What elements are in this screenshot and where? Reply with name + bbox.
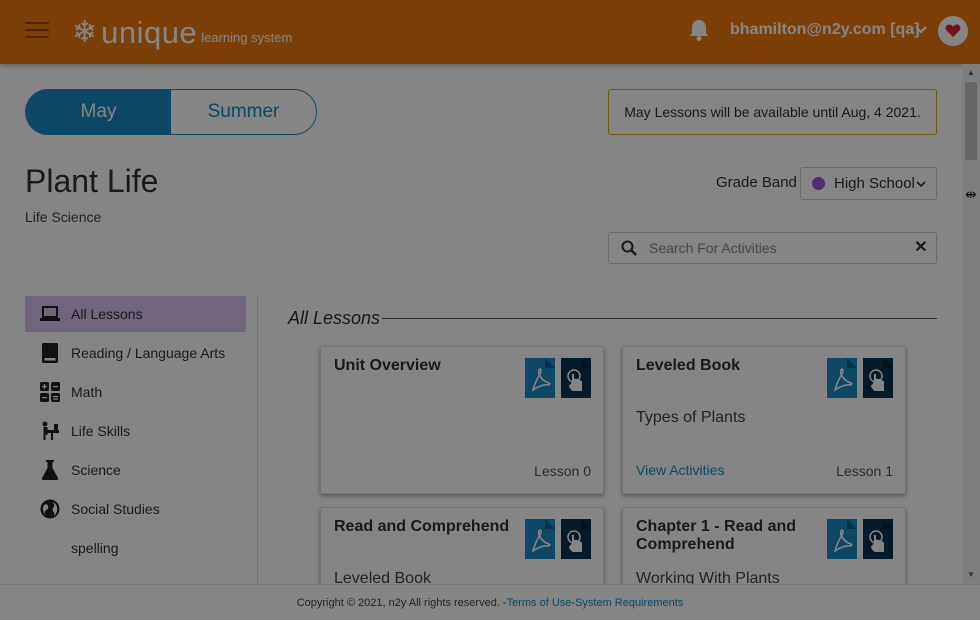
sidebar-item-label: Reading / Language Arts	[71, 344, 226, 361]
avatar[interactable]	[938, 16, 968, 46]
system-requirements-link[interactable]: System Requirements	[575, 597, 683, 609]
heart-icon	[945, 24, 961, 37]
globe-icon	[39, 498, 61, 520]
hamburger-menu-icon[interactable]	[25, 22, 49, 40]
sidebar-item-label: Math	[71, 383, 103, 400]
search-icon	[621, 240, 637, 256]
toggle-summer[interactable]: Summer	[171, 90, 316, 134]
card-body: Types of Plants	[636, 409, 746, 426]
search-input[interactable]	[649, 237, 899, 259]
scroll-down-arrow-icon[interactable]: ▼	[966, 570, 976, 580]
grade-band-label: Grade Band	[716, 174, 797, 191]
logo[interactable]: ❄ unique learning system	[72, 14, 292, 50]
sidebar-item-label: All Lessons	[71, 306, 143, 322]
pdf-icon[interactable]	[525, 519, 555, 559]
top-bar: ❄ unique learning system bhamilton@n2y.c…	[0, 0, 980, 64]
flask-icon	[39, 459, 61, 481]
sidebar-item-label: spelling	[71, 539, 119, 556]
card-title: Chapter 1 - Read and Comprehend	[636, 518, 797, 553]
touch-icon[interactable]	[561, 519, 591, 559]
laptop-icon	[39, 303, 61, 325]
calculator-icon	[39, 381, 61, 403]
toggle-may[interactable]: May	[26, 90, 171, 134]
bell-icon[interactable]	[688, 18, 710, 42]
touch-icon[interactable]	[863, 358, 893, 398]
lesson-card[interactable]: Leveled Book Types of Plants View Activi…	[622, 346, 906, 494]
sidebar-item-social-studies[interactable]: Social Studies	[25, 489, 246, 528]
activity-search: ✕	[608, 232, 937, 264]
touch-icon[interactable]	[863, 519, 893, 559]
pdf-icon[interactable]	[525, 358, 555, 398]
sidebar-item-all-lessons[interactable]: All Lessons	[25, 296, 246, 332]
sidebar-item-spelling[interactable]: spelling	[25, 528, 246, 567]
book-icon	[39, 342, 61, 364]
card-lesson-number: Lesson 0	[534, 463, 591, 479]
month-toggle: May Summer	[25, 89, 317, 135]
grade-band-value: High School	[834, 175, 915, 192]
subject-sidebar: All Lessons Reading / Language Arts Math…	[25, 296, 246, 567]
sidebar-divider	[257, 296, 258, 586]
sidebar-item-label: Science	[71, 461, 121, 478]
availability-notice: May Lessons will be available until Aug,…	[608, 89, 937, 135]
card-title: Unit Overview	[334, 357, 441, 374]
sidebar-item-reading[interactable]: Reading / Language Arts	[25, 333, 246, 372]
chevron-down-icon	[916, 181, 926, 188]
footer: Copyright © 2021, n2y All rights reserve…	[0, 584, 980, 620]
chevron-down-icon[interactable]	[913, 22, 929, 38]
logo-sub-text: learning system	[201, 30, 293, 45]
card-title: Read and Comprehend	[334, 518, 510, 535]
resize-cursor-icon: ⇹	[965, 186, 977, 202]
page-subtitle: Life Science	[25, 209, 102, 225]
scroll-thumb[interactable]	[965, 82, 977, 160]
sidebar-item-life-skills[interactable]: Life Skills	[25, 411, 246, 450]
page-scrollbar[interactable]: ▲ ▼	[962, 64, 980, 584]
scroll-up-arrow-icon[interactable]: ▲	[966, 68, 976, 78]
user-name[interactable]: bhamilton@n2y.com [qa]	[730, 21, 920, 39]
sidebar-item-math[interactable]: Math	[25, 372, 246, 411]
snowflake-logo-icon: ❄	[72, 16, 98, 49]
sidebar-item-science[interactable]: Science	[25, 450, 246, 489]
section-divider	[382, 318, 937, 319]
terms-link[interactable]: Terms of Use	[507, 597, 572, 609]
section-title: All Lessons	[288, 308, 381, 328]
card-title: Leveled Book	[636, 357, 741, 374]
card-lesson-number: Lesson 1	[836, 463, 893, 479]
view-activities-link[interactable]: View Activities	[636, 462, 724, 478]
touch-icon[interactable]	[561, 358, 591, 398]
grade-band-select[interactable]: High School	[800, 167, 937, 200]
logo-main-text: unique	[101, 15, 198, 50]
lesson-card[interactable]: Unit Overview Lesson 0	[320, 346, 604, 494]
pdf-icon[interactable]	[827, 358, 857, 398]
sidebar-item-label: Life Skills	[71, 422, 131, 439]
clear-search-icon[interactable]: ✕	[913, 240, 929, 256]
person-at-desk-icon	[39, 420, 61, 442]
copyright-text: Copyright © 2021, n2y All rights reserve…	[296, 596, 507, 609]
pdf-icon[interactable]	[827, 519, 857, 559]
page-title: Plant Life	[25, 163, 159, 199]
grade-color-dot	[812, 177, 825, 190]
sidebar-item-label: Social Studies	[71, 500, 160, 517]
